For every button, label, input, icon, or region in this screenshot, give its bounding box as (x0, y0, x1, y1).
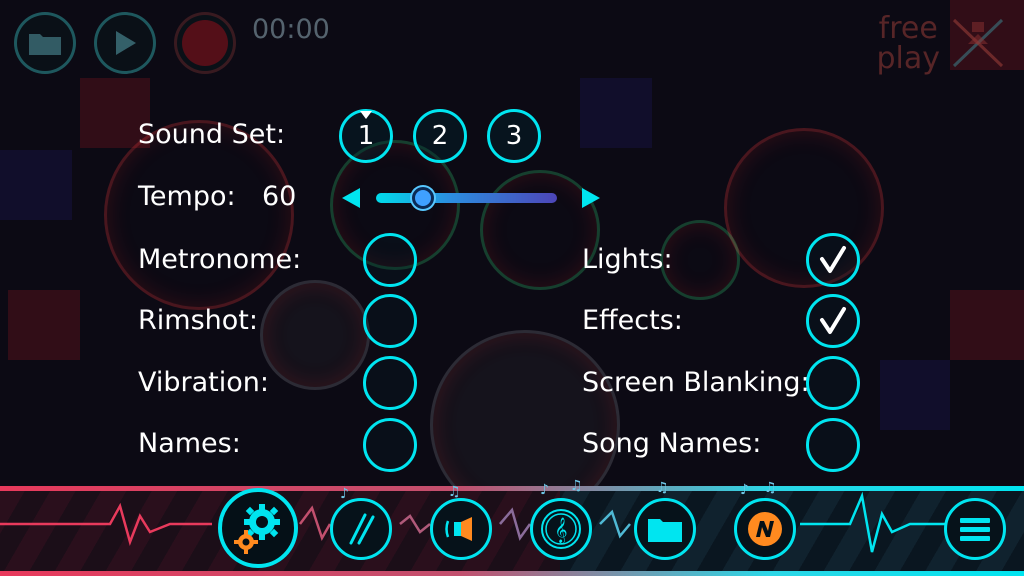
play-icon (116, 31, 136, 55)
tempo-slider-track[interactable] (376, 193, 557, 203)
record-button[interactable] (174, 12, 236, 74)
music-note-icon: ♫ (656, 480, 669, 496)
names-label: Names: (138, 428, 241, 459)
lights-label: Lights: (582, 244, 673, 275)
svg-text:𝄞: 𝄞 (554, 517, 567, 543)
selected-indicator-icon (360, 111, 372, 119)
songs-nav-button[interactable]: 𝄞 (530, 498, 592, 560)
free-play-label: free play (876, 14, 940, 74)
checkmark-icon (820, 246, 846, 273)
tempo-increase-arrow[interactable] (582, 188, 600, 208)
play-button[interactable] (94, 12, 156, 74)
rimshot-label: Rimshot: (138, 305, 258, 336)
effects-label: Effects: (582, 305, 683, 336)
checkmark-icon (820, 307, 846, 334)
record-icon (182, 20, 228, 66)
vibration-label: Vibration: (138, 367, 269, 398)
folder-icon (29, 34, 61, 55)
store-nav-button[interactable] (734, 498, 796, 560)
menu-icon (960, 518, 990, 541)
files-nav-button[interactable] (634, 498, 696, 560)
song-names-label: Song Names: (582, 428, 762, 459)
tempo-slider-thumb[interactable] (412, 187, 434, 209)
song-names-checkbox[interactable] (806, 418, 860, 472)
gears-icon (234, 504, 280, 554)
lights-checkbox[interactable] (806, 233, 860, 287)
sound-set-3-label: 3 (505, 121, 523, 151)
speaker-icon (445, 517, 472, 541)
tempo-value: 60 (262, 181, 297, 212)
sound-set-2-label: 2 (431, 121, 449, 151)
free-play-line1: free (878, 11, 938, 46)
free-play-line2: play (876, 41, 940, 76)
timer: 00:00 (252, 14, 330, 45)
sound-set-1-label: 1 (357, 121, 375, 151)
effects-checkbox[interactable] (806, 294, 860, 348)
music-note-icon: ♪ (540, 482, 549, 498)
music-note-icon: ♪ (740, 482, 749, 498)
open-folder-button[interactable] (14, 12, 76, 74)
metronome-checkbox[interactable] (363, 233, 417, 287)
sound-set-2-button[interactable]: 2 (413, 109, 467, 163)
treble-clef-icon: 𝄞 (541, 509, 581, 549)
screen-blanking-checkbox[interactable] (806, 356, 860, 410)
music-note-icon: ♪ (340, 486, 349, 502)
screen-blanking-label: Screen Blanking: (582, 367, 810, 398)
background (0, 0, 1024, 520)
crossed-drumsticks-icon (952, 18, 1004, 68)
names-checkbox[interactable] (363, 418, 417, 472)
menu-nav-button[interactable] (944, 498, 1006, 560)
drumsticks-nav-button[interactable] (330, 498, 392, 560)
free-play-mode-button[interactable] (948, 14, 1008, 76)
tempo-decrease-arrow[interactable] (342, 188, 360, 208)
music-note-icon: ♫ (448, 484, 461, 500)
sound-set-label: Sound Set: (138, 119, 286, 150)
rimshot-checkbox[interactable] (363, 294, 417, 348)
music-note-icon: ♫ (570, 478, 583, 494)
sound-set-1-button[interactable]: 1 (339, 109, 393, 163)
vibration-checkbox[interactable] (363, 356, 417, 410)
sound-set-3-button[interactable]: 3 (487, 109, 541, 163)
settings-nav-button[interactable] (218, 488, 298, 568)
n-logo-icon (748, 512, 782, 546)
music-note-icon: ♫ (764, 480, 777, 496)
tempo-label: Tempo: (138, 181, 236, 212)
metronome-label: Metronome: (138, 244, 302, 275)
bottom-nav-bar: ♪ ♫ 𝄞 ♪ ♫ ♫ ♪ ♫ (0, 478, 1024, 576)
sound-nav-button[interactable] (430, 498, 492, 560)
drumsticks-icon (349, 513, 375, 545)
heartbeat-line (0, 491, 945, 553)
folder-icon (648, 519, 682, 542)
